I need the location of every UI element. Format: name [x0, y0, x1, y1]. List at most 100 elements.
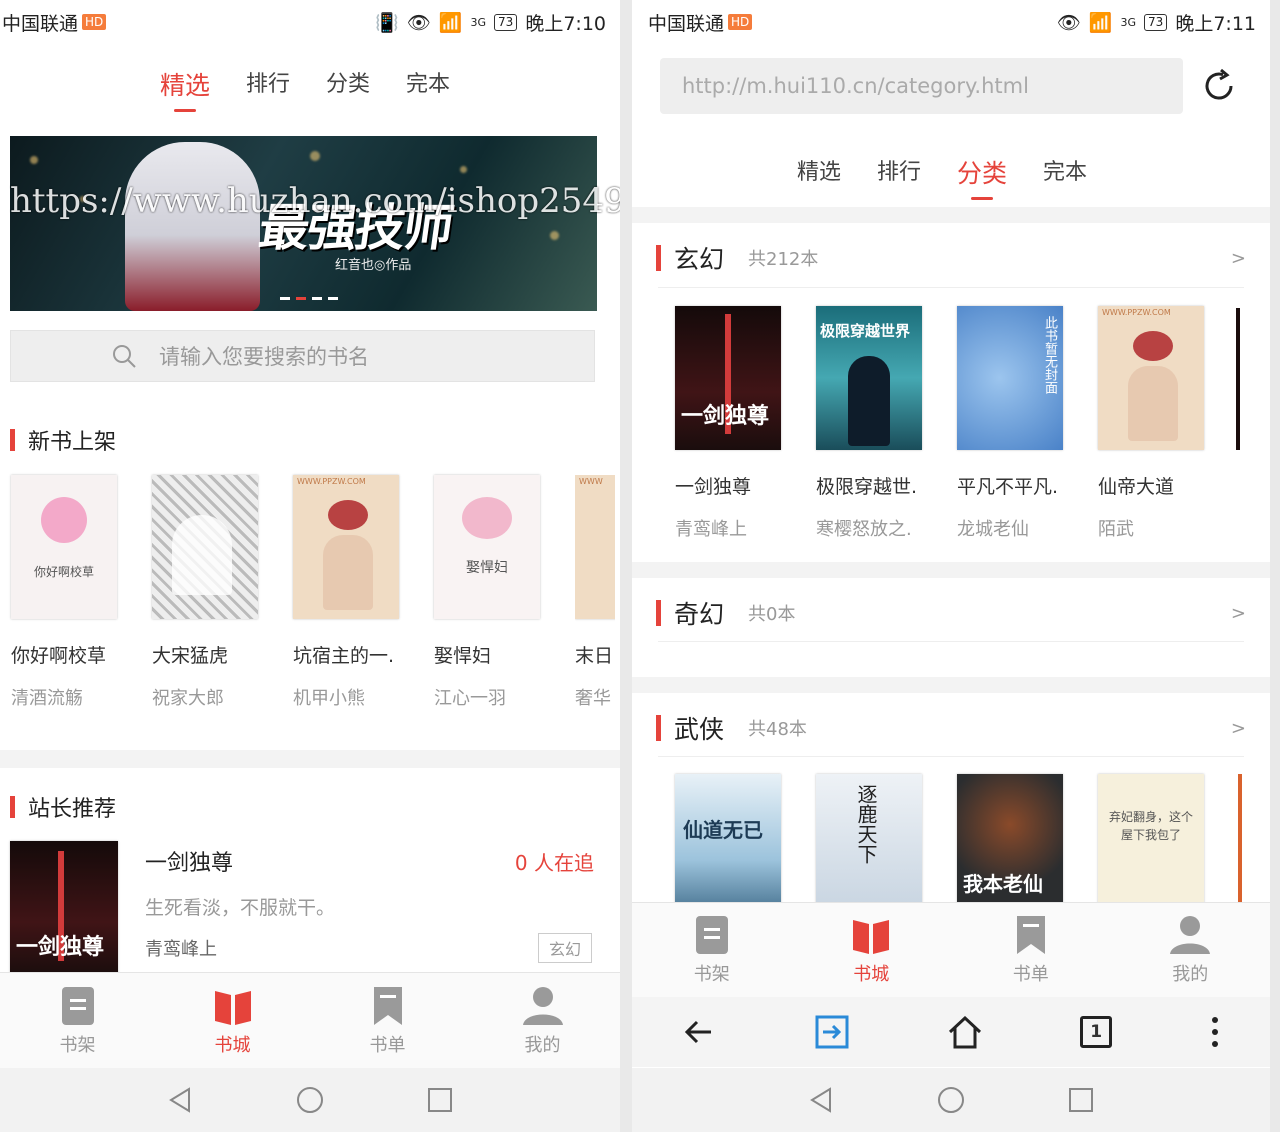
- book-author: 青鸾峰上: [675, 519, 747, 540]
- category-header-qihuan[interactable]: 奇幻 共0本 >: [656, 595, 1246, 631]
- carousel-dot-active[interactable]: [296, 297, 306, 300]
- tab-completed[interactable]: 完本: [406, 66, 450, 112]
- hd-badge: HD: [728, 14, 753, 30]
- nav-profile[interactable]: 我的: [1140, 914, 1240, 986]
- nav-bookshelf[interactable]: 书架: [28, 985, 128, 1057]
- clock: 晚上7:10: [525, 12, 606, 35]
- book-author: 陌武: [1098, 519, 1134, 540]
- diamond-illustration: [41, 497, 87, 543]
- nav-label: 书单: [1012, 964, 1049, 985]
- nav-label: 书单: [369, 1034, 406, 1056]
- more-vertical-icon[interactable]: [1209, 1014, 1221, 1050]
- recommend-item[interactable]: 一剑独尊 一剑独尊 0 人在追 生死看淡，不服就干。 青鸾峰上 玄幻: [10, 841, 594, 976]
- eye-icon: 👁: [406, 11, 431, 34]
- book-card[interactable]: WWW.PPZW.COM 坑宿主的一. 机甲小熊: [293, 475, 399, 710]
- browser-forward-icon[interactable]: [814, 1014, 850, 1050]
- carousel-dot[interactable]: [312, 297, 322, 300]
- book-cover: 一剑独尊: [10, 841, 118, 976]
- nav-bookstore[interactable]: 书城: [821, 914, 921, 986]
- section-divider: [632, 207, 1270, 223]
- book-card[interactable]: 娶悍妇 娶悍妇 江心一羽: [434, 475, 540, 710]
- banner-carousel[interactable]: 最强技师 红音也◎作品: [10, 136, 597, 311]
- browser-tabs-button[interactable]: 1: [1080, 1016, 1113, 1048]
- book-card[interactable]: 大宋猛虎 祝家大郎: [152, 475, 258, 710]
- nav-profile[interactable]: 我的: [493, 985, 593, 1057]
- recents-icon[interactable]: [425, 1085, 455, 1115]
- book-author: 奢华: [575, 688, 611, 709]
- search-input[interactable]: 请输入您要搜索的书名: [10, 330, 595, 382]
- tab-category[interactable]: 分类: [957, 154, 1007, 200]
- book-title: 大宋猛虎: [152, 645, 229, 667]
- browser-back-icon[interactable]: [681, 1014, 717, 1050]
- nav-bookshelf[interactable]: 书架: [662, 914, 762, 986]
- book-intro: 生死看淡，不服就干。: [145, 897, 336, 919]
- book-cover: 一剑独尊: [675, 306, 781, 450]
- book-card[interactable]: 仙道无已: [675, 774, 781, 918]
- cover-text: 此书暂无封面: [1042, 316, 1057, 394]
- bookshelf-icon: [695, 916, 728, 954]
- top-tabs: 精选 排行 分类 完本: [0, 66, 610, 112]
- tab-category[interactable]: 分类: [326, 66, 370, 112]
- nav-label: 书架: [59, 1034, 96, 1056]
- book-card[interactable]: 此书暂无封面 平凡不平凡. 龙城老仙: [957, 306, 1063, 541]
- back-icon[interactable]: [165, 1085, 195, 1115]
- followers-count: 0 人在追: [514, 851, 594, 875]
- top-tabs: 精选 排行 分类 完本: [632, 154, 1252, 200]
- flower-illustration: [328, 500, 368, 530]
- nav-label: 我的: [1172, 964, 1209, 985]
- book-card[interactable]: 逐鹿天下: [816, 774, 922, 918]
- book-card[interactable]: 极限穿越世界 极限穿越世. 寒樱怒放之.: [816, 306, 922, 541]
- category-header-wuxia[interactable]: 武侠 共48本 >: [656, 710, 1246, 746]
- manga-character: [172, 515, 232, 595]
- book-card[interactable]: 你好啊校草 你好啊校草 清酒流觞: [11, 475, 117, 710]
- book-card[interactable]: WWW.PPZW.COM 仙帝大道 陌武: [1098, 306, 1204, 541]
- section-marker: [656, 715, 661, 741]
- category-header-xuanhuan[interactable]: 玄幻 共212本 >: [656, 240, 1246, 276]
- tab-featured[interactable]: 精选: [160, 66, 210, 112]
- tab-completed[interactable]: 完本: [1043, 154, 1087, 200]
- nav-booklist[interactable]: 书单: [338, 985, 438, 1057]
- cover-text: 一剑独尊: [681, 404, 770, 429]
- book-cover: 弃妃翻身，这个屋下我包了: [1098, 774, 1204, 918]
- carousel-dot[interactable]: [280, 297, 290, 300]
- nav-booklist[interactable]: 书单: [981, 914, 1081, 986]
- cover-text: 娶悍妇: [466, 560, 508, 576]
- tab-featured[interactable]: 精选: [797, 154, 841, 200]
- carrier-name: 中国联通: [2, 12, 79, 35]
- book-card[interactable]: 我本老仙: [957, 774, 1063, 918]
- book-card[interactable]: 一剑独尊 一剑独尊 青鸾峰上: [675, 306, 781, 541]
- book-title: 坑宿主的一.: [293, 645, 395, 667]
- wuxia-books-row: 仙道无已 逐鹿天下 我本老仙 弃妃翻身，这个屋下我包了: [675, 774, 1204, 918]
- book-cover: 逐鹿天下: [816, 774, 922, 918]
- section-marker: [10, 796, 15, 818]
- carousel-indicator: [280, 297, 338, 300]
- home-circle-icon[interactable]: [936, 1085, 966, 1115]
- nav-bookstore[interactable]: 书城: [183, 985, 283, 1057]
- genre-tag[interactable]: 玄幻: [537, 933, 592, 963]
- profile-icon: [1170, 916, 1211, 954]
- bookstore-icon: [214, 990, 251, 1025]
- category-count: 共48本: [748, 719, 807, 740]
- bottom-nav: 书架 书城 书单 我的: [632, 902, 1270, 997]
- tab-ranking[interactable]: 排行: [246, 66, 290, 112]
- cover-text: 一剑独尊: [16, 935, 105, 960]
- tab-ranking[interactable]: 排行: [877, 154, 921, 200]
- home-circle-icon[interactable]: [295, 1085, 325, 1115]
- cover-text: 逐鹿天下: [854, 784, 878, 864]
- carousel-dot[interactable]: [328, 297, 338, 300]
- book-card[interactable]: 弃妃翻身，这个屋下我包了: [1098, 774, 1204, 918]
- status-bar: 中国联通 HD 📳 👁 📶 3G 73 晚上7:10: [0, 0, 620, 44]
- wifi-icon: 📶: [438, 11, 463, 34]
- section-marker: [656, 600, 661, 626]
- hd-badge: HD: [82, 14, 107, 30]
- cover-text: 你好啊校草: [33, 565, 94, 579]
- category-name: 武侠: [674, 715, 725, 744]
- url-bar[interactable]: http://m.hui110.cn/category.html: [660, 58, 1183, 114]
- back-icon[interactable]: [806, 1085, 836, 1115]
- recents-icon[interactable]: [1066, 1085, 1096, 1115]
- reload-icon[interactable]: [1201, 68, 1237, 104]
- book-title: 娶悍妇: [434, 645, 492, 667]
- cover-text: 仙道无已: [683, 818, 763, 842]
- browser-home-icon[interactable]: [947, 1014, 983, 1050]
- book-card[interactable]: WWW 末日 奢华: [575, 475, 615, 710]
